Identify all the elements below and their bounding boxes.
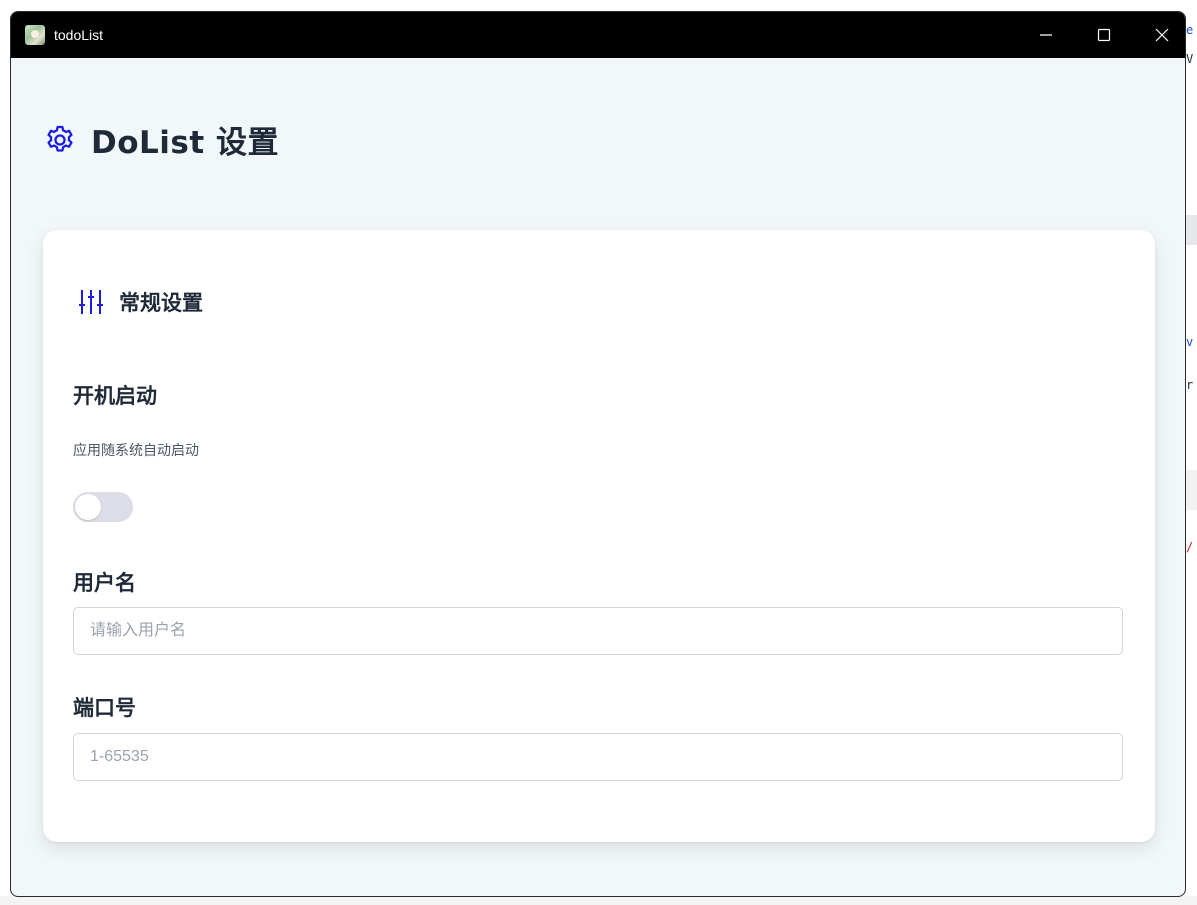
maximize-button[interactable] <box>1081 12 1127 58</box>
background-panel-fragment <box>1186 470 1197 510</box>
general-settings-card: 常规设置 开机启动 应用随系统自动启动 用户名 端口号 <box>43 230 1155 842</box>
autostart-label: 开机启动 <box>73 384 157 408</box>
username-input[interactable] <box>73 607 1123 655</box>
app-window: todoList DoList 设置 常规设置 开机启动 应用随系统自动启动 用… <box>10 11 1186 897</box>
close-button[interactable] <box>1139 12 1185 58</box>
background-code-fragment: V <box>1186 52 1194 66</box>
toggle-knob <box>75 494 101 520</box>
background-bottom-edge <box>0 896 1197 905</box>
background-code-fragment: e <box>1186 23 1194 37</box>
app-icon <box>25 25 45 45</box>
background-code-fragment: r <box>1186 378 1194 392</box>
minimize-icon <box>1040 34 1052 36</box>
port-label: 端口号 <box>73 696 136 720</box>
page-header: DoList 设置 <box>43 117 279 162</box>
background-code-fragment: v <box>1186 335 1194 349</box>
background-top-edge <box>0 0 1197 10</box>
gear-icon <box>47 125 73 152</box>
window-controls <box>1011 12 1185 58</box>
section-title: 常规设置 <box>119 291 203 315</box>
autostart-description: 应用随系统自动启动 <box>73 443 199 459</box>
section-header: 常规设置 <box>79 287 203 317</box>
page-title: DoList 设置 <box>91 125 279 161</box>
background-panel-fragment <box>1186 215 1197 245</box>
close-icon <box>1155 28 1169 42</box>
minimize-button[interactable] <box>1023 12 1069 58</box>
username-label: 用户名 <box>73 571 136 595</box>
window-title: todoList <box>54 27 104 43</box>
autostart-toggle[interactable] <box>73 492 133 522</box>
port-input[interactable] <box>73 733 1123 781</box>
background-code-fragment: / <box>1186 540 1194 554</box>
title-bar[interactable]: todoList <box>11 12 1185 58</box>
maximize-icon <box>1097 28 1111 42</box>
sliders-icon <box>79 290 103 314</box>
